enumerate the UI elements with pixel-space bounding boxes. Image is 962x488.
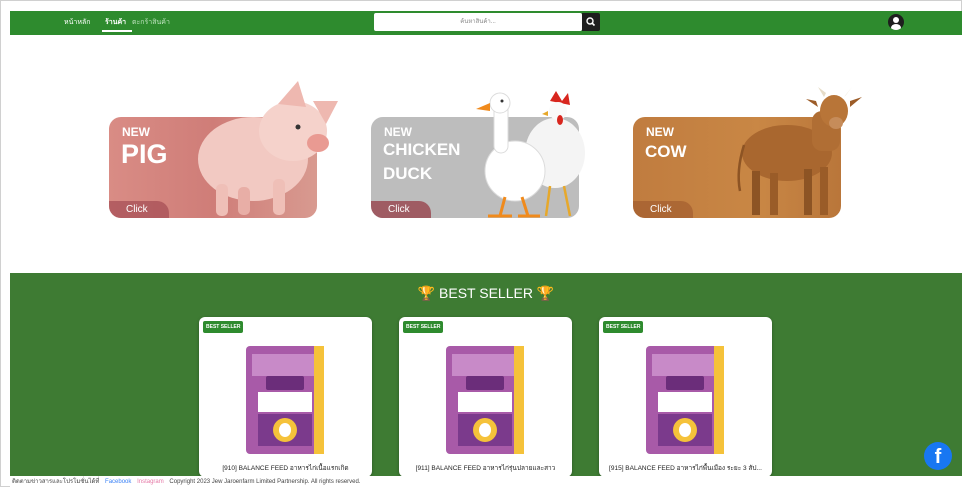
user-icon-head: [893, 17, 899, 23]
facebook-icon: f: [934, 446, 942, 468]
hero-card-tag: NEW: [646, 125, 674, 139]
best-seller-heading: 🏆 BEST SELLER 🏆: [10, 285, 962, 302]
cow-image: [737, 87, 862, 215]
best-seller-section: 🏆 BEST SELLER 🏆 BEST SELLER [910] BALANC…: [10, 273, 962, 477]
search-icon: [586, 17, 596, 27]
product-name[interactable]: [915] BALANCE FEED อาหารไก่พื้นเมือง ระย…: [599, 463, 772, 473]
hero-card-title: COW: [645, 142, 687, 161]
pig-image: [198, 81, 338, 216]
hero-card-title-line-1: CHICKEN: [383, 140, 461, 159]
product-bag-image: [646, 346, 724, 454]
product-name[interactable]: [910] BALANCE FEED อาหารไก่เนื้อแรกเกิด: [199, 463, 372, 473]
hero-section: NEW PIG Click NEW CHICKEN DUCK Click NEW…: [10, 35, 962, 273]
search-input[interactable]: ค้นหาสินค้า...: [374, 13, 582, 31]
product-card[interactable]: BEST SELLER [910] BALANCE FEED อาหารไก่เ…: [199, 317, 372, 477]
facebook-float-button[interactable]: f: [924, 442, 952, 470]
nav-home-link[interactable]: หน้าหลัก: [64, 17, 90, 28]
top-nav: หน้าหลัก ร้านค้า ตะกร้าสินค้า ค้นหาสินค้…: [10, 11, 962, 35]
hero-card-tag: NEW: [122, 125, 150, 139]
nav-order-link[interactable]: ตะกร้าสินค้า: [132, 17, 170, 28]
best-seller-badge: BEST SELLER: [403, 321, 444, 333]
trophy-icon: 🏆: [417, 285, 436, 301]
footer-facebook-link[interactable]: Facebook: [105, 479, 131, 485]
user-icon-body: [891, 24, 901, 30]
product-bag-image: [446, 346, 524, 454]
best-seller-badge: BEST SELLER: [203, 321, 244, 333]
product-bag-image: [246, 346, 324, 454]
hero-card-click-button[interactable]: Click: [633, 201, 693, 218]
hero-card-click-button[interactable]: Click: [371, 201, 431, 218]
user-icon[interactable]: [888, 14, 904, 30]
footer-contact-text: ติดตามข่าวสารและโปรโมชั่นได้ที่: [12, 479, 100, 485]
product-name[interactable]: [911] BALANCE FEED อาหารไก่รุ่นปลายและสา…: [399, 463, 572, 473]
nav-shop-link[interactable]: ร้านค้า: [105, 17, 126, 28]
nav-active-indicator: [102, 30, 132, 32]
duck-chicken-image: [476, 91, 585, 218]
trophy-icon: 🏆: [536, 285, 555, 301]
best-seller-title: BEST SELLER: [439, 285, 533, 301]
product-card[interactable]: BEST SELLER [911] BALANCE FEED อาหารไก่ร…: [399, 317, 572, 477]
footer-instagram-link[interactable]: Instagram: [137, 479, 164, 485]
best-seller-badge: BEST SELLER: [603, 321, 644, 333]
search-button[interactable]: [582, 13, 600, 31]
product-card[interactable]: BEST SELLER [915] BALANCE FEED อาหารไก่พ…: [599, 317, 772, 477]
hero-card-title: PIG: [121, 139, 168, 169]
page: หน้าหลัก ร้านค้า ตะกร้าสินค้า ค้นหาสินค้…: [0, 0, 962, 488]
footer: ติดตามข่าวสารและโปรโมชั่นได้ที่ Facebook…: [10, 476, 962, 488]
hero-card-click-button[interactable]: Click: [109, 201, 169, 218]
hero-card-title-line-2: DUCK: [383, 164, 433, 183]
footer-copyright: Copyright 2023 Jew Jaroenfarm Limited Pa…: [169, 479, 361, 485]
hero-card-tag: NEW: [384, 125, 412, 139]
